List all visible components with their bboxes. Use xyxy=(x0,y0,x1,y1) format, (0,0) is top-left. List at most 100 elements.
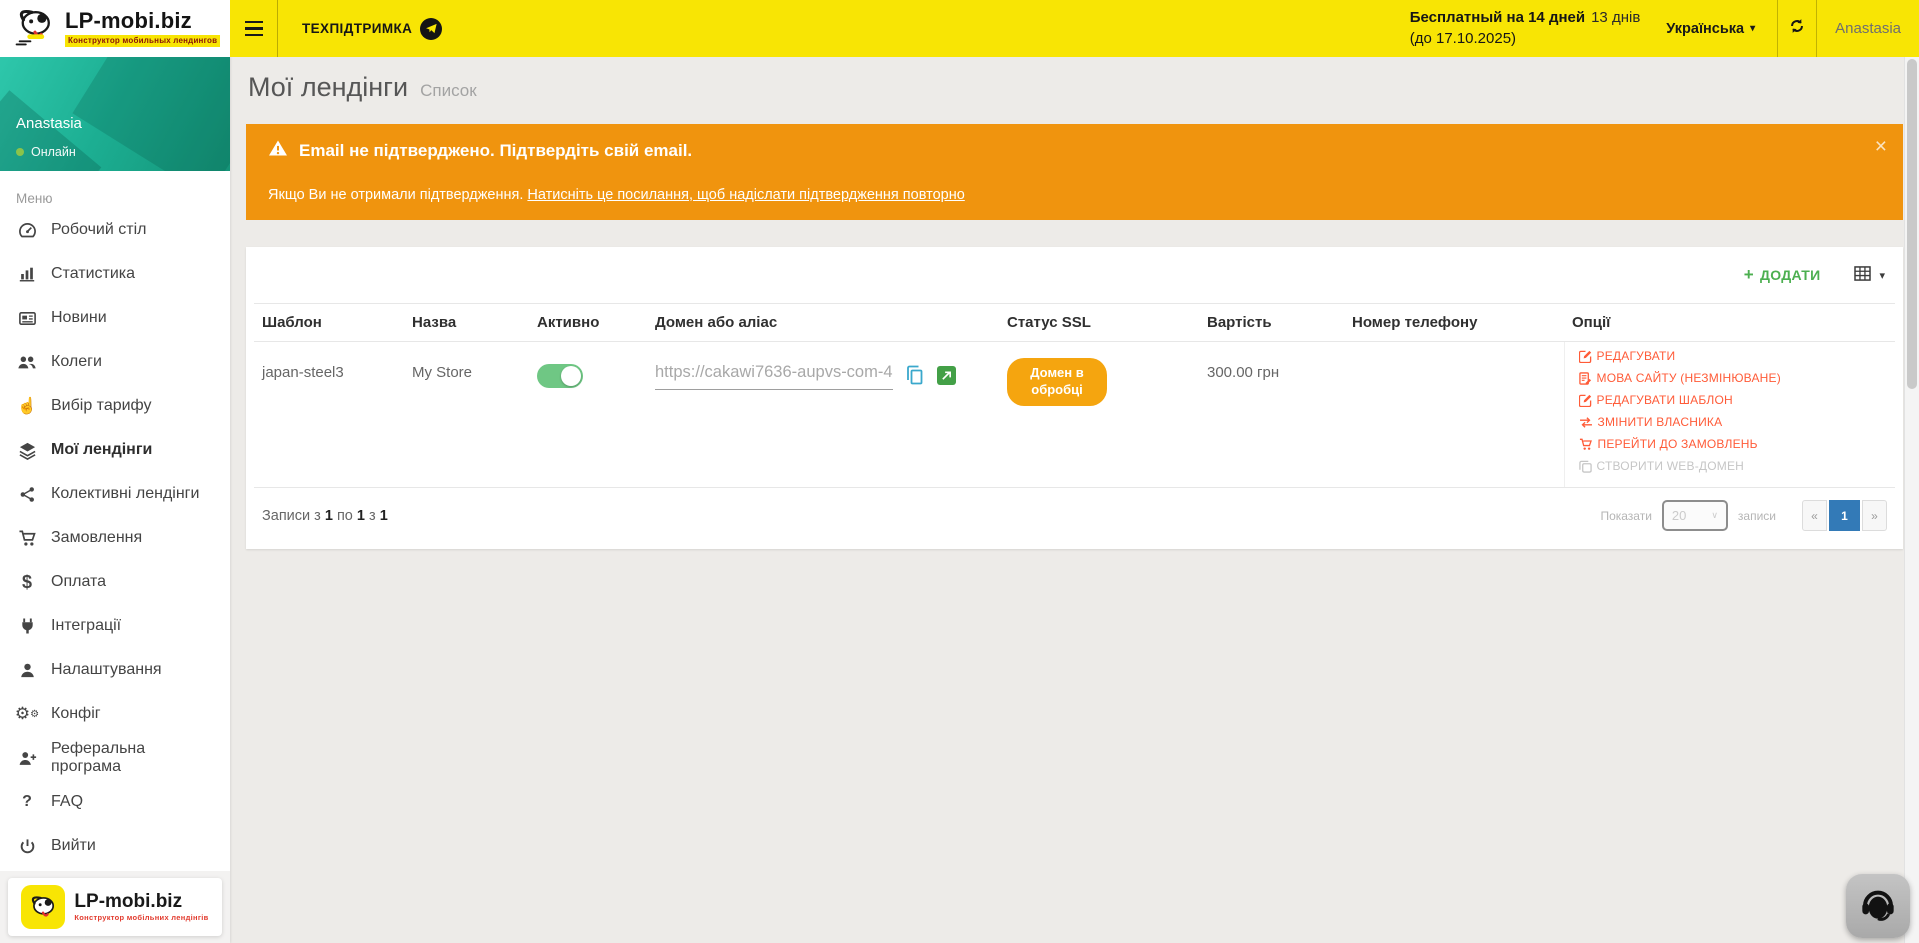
sidebar-item-faq[interactable]: ? FAQ xyxy=(0,780,230,824)
language-label: Українська xyxy=(1666,21,1744,37)
sidebar-item-label: Статистика xyxy=(51,265,135,283)
support-label: ТЕХПІДТРИМКА xyxy=(302,21,412,36)
sidebar-item-settings[interactable]: Налаштування xyxy=(0,648,230,692)
footer-logo-card: LP-mobi.biz Конструктор мобільних лендін… xyxy=(8,878,221,936)
toggle-knob xyxy=(561,366,581,386)
close-icon[interactable]: × xyxy=(1875,136,1887,157)
sidebar-item-payment[interactable]: $ Оплата xyxy=(0,560,230,604)
col-header-price: Вартість xyxy=(1199,304,1344,342)
users-icon xyxy=(16,353,38,371)
active-toggle[interactable] xyxy=(537,364,583,388)
refresh-button[interactable] xyxy=(1778,0,1816,57)
brand-subtitle: Конструктор мобильных лендингов xyxy=(65,35,220,47)
current-page-button[interactable]: 1 xyxy=(1829,500,1860,531)
landings-table: Шаблон Назва Активно Домен або аліас Ста… xyxy=(254,303,1895,488)
dollar-icon: $ xyxy=(16,572,38,593)
trial-status: Бесплатный на 14 дней13 днів (до 17.10.2… xyxy=(1410,8,1641,49)
col-header-phone: Номер телефону xyxy=(1344,304,1564,342)
sidebar-item-dashboard[interactable]: Робочий стіл xyxy=(0,208,230,252)
next-page-button[interactable]: » xyxy=(1862,500,1887,531)
sidebar-item-label: Реферальна програма xyxy=(51,740,214,776)
cell-price: 300.00 грн xyxy=(1199,342,1344,488)
resend-confirmation-link[interactable]: Натисніть це посилання, щоб надіслати пі… xyxy=(527,187,964,203)
support-link[interactable]: ТЕХПІДТРИМКА xyxy=(302,18,442,40)
column-visibility-dropdown[interactable]: ▾ xyxy=(1854,266,1885,284)
sidebar-user-panel: Anastasia Онлайн xyxy=(0,57,230,171)
power-icon xyxy=(16,838,38,855)
domain-input[interactable] xyxy=(655,360,893,390)
sidebar-item-label: Мої лендінги xyxy=(51,441,152,459)
option-create-web-domain[interactable]: СТВОРИТИ WEB-ДОМЕН xyxy=(1579,459,1888,473)
sidebar-item-label: Замовлення xyxy=(51,529,142,547)
domain-cell xyxy=(655,360,991,390)
user-plus-icon xyxy=(16,750,38,767)
panel-footer: Записи з 1 по 1 з 1 Показати 20 ∨ записи… xyxy=(254,488,1895,549)
sidebar-user-status: Онлайн xyxy=(16,145,76,159)
records-label: записи xyxy=(1738,509,1776,523)
sidebar-item-referral[interactable]: Реферальна програма xyxy=(0,736,230,780)
sidebar-item-label: Конфіг xyxy=(51,705,101,723)
sidebar-item-orders[interactable]: Замовлення xyxy=(0,516,230,560)
plus-icon: + xyxy=(1744,265,1754,285)
refresh-icon xyxy=(1788,17,1806,40)
records-summary: Записи з 1 по 1 з 1 xyxy=(262,508,388,524)
topbar-username[interactable]: Anastasia xyxy=(1817,0,1919,57)
sidebar-item-label: Інтеграції xyxy=(51,617,121,635)
sidebar-item-logout[interactable]: Вийти xyxy=(0,824,230,868)
app-window: LP-mobi.biz Конструктор мобильных лендин… xyxy=(0,0,1919,943)
trial-until-date: (до 17.10.2025) xyxy=(1410,29,1641,49)
share-icon xyxy=(16,486,38,503)
add-button-label: ДОДАТИ xyxy=(1760,267,1820,283)
sidebar: Anastasia Онлайн Меню Робочий стіл Стати… xyxy=(0,57,230,943)
sidebar-item-statistics[interactable]: Статистика xyxy=(0,252,230,296)
warning-icon xyxy=(268,139,288,162)
col-header-ssl: Статус SSL xyxy=(999,304,1199,342)
sidebar-item-config[interactable]: ⚙⚙ Конфіг xyxy=(0,692,230,736)
pager: « 1 » xyxy=(1802,500,1887,531)
hamburger-menu-icon[interactable] xyxy=(230,0,278,57)
option-site-language[interactable]: МОВА САЙТУ (НЕЗМІНЮВАНЕ) xyxy=(1579,371,1888,385)
col-header-template: Шаблон xyxy=(254,304,404,342)
chevron-down-icon: ▾ xyxy=(1750,23,1755,34)
chevron-down-icon: ∨ xyxy=(1711,510,1718,521)
alert-text: Якщо Ви не отримали підтвердження. xyxy=(268,187,527,203)
main-content: Мої лендінги Список Email не підтверджен… xyxy=(230,57,1919,943)
language-selector[interactable]: Українська ▾ xyxy=(1666,21,1755,37)
sidebar-item-label: Колективні лендінги xyxy=(51,485,199,503)
table-row: japan-steel3 My Store xyxy=(254,342,1895,488)
sidebar-item-label: Налаштування xyxy=(51,661,162,679)
scrollbar-thumb[interactable] xyxy=(1907,59,1917,389)
col-header-options: Опції xyxy=(1564,304,1895,342)
option-change-owner[interactable]: ЗМІНИТИ ВЛАСНИКА xyxy=(1579,415,1888,429)
open-site-icon[interactable] xyxy=(937,366,956,385)
sidebar-item-integrations[interactable]: Інтеграції xyxy=(0,604,230,648)
cell-template: japan-steel3 xyxy=(254,342,404,488)
prev-page-button[interactable]: « xyxy=(1802,500,1827,531)
option-edit[interactable]: РЕДАГУВАТИ xyxy=(1579,349,1888,363)
panel-toolbar: + ДОДАТИ ▾ xyxy=(254,247,1895,303)
chevron-down-icon: ▾ xyxy=(1879,269,1885,282)
sidebar-item-collective-landings[interactable]: Колективні лендінги xyxy=(0,472,230,516)
sidebar-menu: Робочий стіл Статистика Новини Колеги xyxy=(0,208,230,868)
cart-icon xyxy=(16,529,38,547)
page-size-select[interactable]: 20 ∨ xyxy=(1662,500,1728,531)
col-header-active: Активно xyxy=(529,304,647,342)
copy-icon[interactable] xyxy=(906,365,924,385)
sidebar-item-my-landings[interactable]: Мої лендінги xyxy=(0,428,230,472)
newspaper-icon xyxy=(16,309,38,328)
option-edit-template[interactable]: РЕДАГУВАТИ ШАБЛОН xyxy=(1579,393,1888,407)
add-button[interactable]: + ДОДАТИ xyxy=(1744,265,1821,285)
option-go-to-orders[interactable]: ПЕРЕЙТИ ДО ЗАМОВЛЕНЬ xyxy=(1579,437,1888,451)
sidebar-item-colleagues[interactable]: Колеги xyxy=(0,340,230,384)
cell-phone xyxy=(1344,342,1564,488)
brand-logo[interactable]: LP-mobi.biz Конструктор мобильных лендин… xyxy=(0,0,230,57)
sidebar-item-label: Робочий стіл xyxy=(51,221,146,239)
support-chat-widget[interactable] xyxy=(1846,874,1910,938)
menu-section-label: Меню xyxy=(0,171,230,208)
sidebar-item-news[interactable]: Новини xyxy=(0,296,230,340)
vertical-scrollbar[interactable] xyxy=(1904,57,1919,943)
sidebar-item-label: Новини xyxy=(51,309,107,327)
sidebar-item-tariff[interactable]: ☝ Вибір тарифу xyxy=(0,384,230,428)
col-header-domain: Домен або аліас xyxy=(647,304,999,342)
sidebar-item-label: FAQ xyxy=(51,793,83,811)
